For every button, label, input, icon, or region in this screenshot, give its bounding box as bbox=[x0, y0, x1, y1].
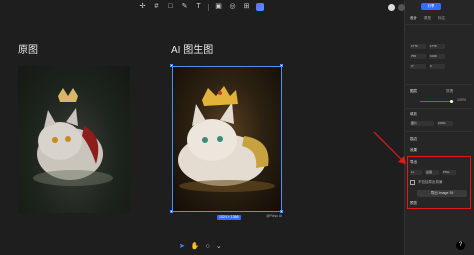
rotation-field[interactable]: 0° bbox=[410, 64, 426, 69]
resize-handle-tr[interactable] bbox=[280, 64, 283, 67]
frame-icon[interactable]: # bbox=[152, 3, 161, 11]
bottom-toolbar: ➤ ✋ ○ ⌄ bbox=[179, 242, 222, 251]
avatar-secondary[interactable] bbox=[398, 3, 405, 11]
plugin-icon[interactable]: ⊞ bbox=[242, 3, 251, 11]
panel-header bbox=[388, 2, 405, 12]
opacity-value[interactable]: 100% bbox=[457, 98, 466, 102]
stroke-title: 描边 bbox=[410, 137, 417, 141]
opacity-slider[interactable] bbox=[420, 100, 454, 103]
position-row: 1776 1776 bbox=[410, 44, 445, 49]
divider bbox=[406, 131, 472, 132]
watermark-text: @Pixso AI bbox=[266, 214, 283, 218]
avatar[interactable] bbox=[388, 3, 395, 11]
resize-handle-br[interactable] bbox=[280, 210, 283, 213]
red-arrow-annotation bbox=[373, 131, 406, 164]
top-toolbar: ✢ # □ ✎ T ▣ ◎ ⊞ bbox=[138, 2, 264, 12]
move-icon[interactable]: ✢ bbox=[138, 3, 147, 11]
export-title: 导出 bbox=[410, 160, 417, 164]
export-button[interactable]: 导出 Image 39 bbox=[417, 190, 467, 197]
more-icon[interactable]: ⌄ bbox=[216, 242, 222, 250]
panel-tabs: 设计 原型 标注 bbox=[410, 16, 445, 21]
preview-toggle[interactable]: 预览 bbox=[410, 201, 417, 206]
effects-title: 效果 bbox=[410, 148, 417, 152]
width-field[interactable]: 756 bbox=[410, 54, 426, 59]
fill-row: 图片 100% bbox=[410, 121, 453, 126]
component-icon[interactable]: ◎ bbox=[228, 3, 237, 11]
ai-icon[interactable] bbox=[256, 3, 264, 11]
pen-icon[interactable]: ✎ bbox=[180, 3, 189, 11]
x-field[interactable]: 1776 bbox=[410, 44, 426, 49]
tab-prototype[interactable]: 原型 bbox=[424, 16, 431, 21]
fill-title: 填充 bbox=[410, 112, 417, 116]
toolbar-divider bbox=[208, 3, 209, 11]
export-checkbox-label: 不包括导出背景 bbox=[418, 180, 443, 184]
help-button[interactable]: ? bbox=[456, 241, 465, 250]
resize-handle-bl[interactable] bbox=[170, 210, 173, 213]
hand-icon[interactable]: ✋ bbox=[191, 242, 200, 250]
properties-panel bbox=[404, 0, 474, 255]
shape-icon[interactable]: □ bbox=[166, 3, 175, 11]
export-scale[interactable]: 1x bbox=[410, 170, 422, 175]
divider bbox=[406, 108, 472, 109]
tab-annotation[interactable]: 标注 bbox=[438, 16, 445, 21]
height-field[interactable]: 1029 bbox=[429, 54, 445, 59]
export-checkbox-row: 不包括导出背景 bbox=[410, 180, 443, 185]
export-background-checkbox[interactable] bbox=[410, 180, 415, 185]
share-button[interactable]: 分享 bbox=[421, 3, 441, 10]
cursor-icon[interactable]: ➤ bbox=[179, 242, 185, 250]
export-settings-row: 1x 后缀 PNG bbox=[410, 170, 456, 175]
y-field[interactable]: 1776 bbox=[429, 44, 445, 49]
original-image-label: 原图 bbox=[18, 45, 38, 56]
resize-handle-tl[interactable] bbox=[170, 64, 173, 67]
divider bbox=[406, 24, 472, 25]
ai-cat-image[interactable] bbox=[172, 66, 282, 212]
size-row: 756 1029 bbox=[410, 54, 445, 59]
export-suffix[interactable]: 后缀 bbox=[425, 170, 439, 175]
image-icon[interactable]: ▣ bbox=[214, 3, 223, 11]
radius-field[interactable]: 0 bbox=[429, 64, 445, 69]
tab-design[interactable]: 设计 bbox=[410, 16, 417, 21]
divider bbox=[406, 84, 472, 85]
blend-mode-select[interactable]: 穿透 bbox=[446, 89, 453, 94]
export-format[interactable]: PNG bbox=[442, 170, 456, 175]
fill-type[interactable]: 图片 bbox=[410, 121, 434, 126]
ai-image-label: AI 图生图 bbox=[171, 45, 214, 56]
image-dimensions-badge: 1024 × 1366 bbox=[217, 215, 241, 220]
comment-icon[interactable]: ○ bbox=[206, 243, 210, 250]
layer-title: 图层 bbox=[410, 89, 417, 93]
rotation-row: 0° 0 bbox=[410, 64, 445, 69]
original-cat-image[interactable] bbox=[18, 66, 130, 213]
text-icon[interactable]: T bbox=[194, 3, 203, 11]
fill-opacity[interactable]: 100% bbox=[437, 121, 453, 126]
canvas[interactable]: ✢ # □ ✎ T ▣ ◎ ⊞ 原图 AI 图生图 1024 × 1366 @P… bbox=[0, 0, 404, 255]
